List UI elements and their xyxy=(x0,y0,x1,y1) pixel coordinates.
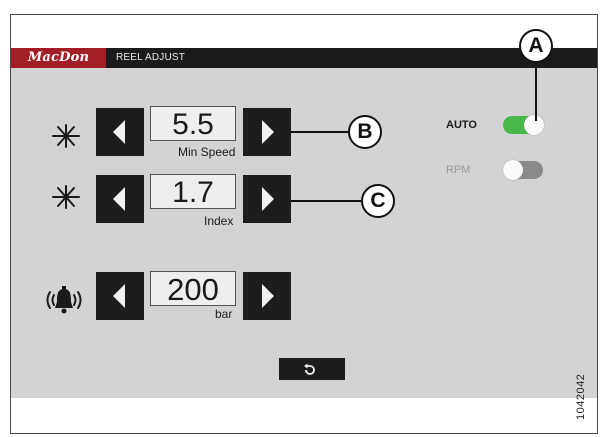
top-bar: MacDon REEL ADJUST xyxy=(11,48,597,68)
min-speed-increase-button[interactable] xyxy=(243,108,291,156)
pressure-decrease-button[interactable] xyxy=(96,272,144,320)
pressure-unit: bar xyxy=(215,307,233,321)
macdon-logo: MacDon xyxy=(11,48,106,68)
index-value: 1.7 xyxy=(150,174,236,209)
callout-b: B xyxy=(348,115,382,149)
back-arrow-icon xyxy=(304,363,315,375)
back-button[interactable] xyxy=(279,358,345,380)
min-speed-label: Min Speed xyxy=(178,145,236,159)
callout-c: C xyxy=(361,184,395,218)
callout-a: A xyxy=(519,29,553,63)
callout-c-line xyxy=(291,200,361,202)
page-title: REEL ADJUST xyxy=(116,52,186,63)
auto-toggle-knob xyxy=(524,115,544,135)
figure-number: 1042042 xyxy=(575,373,587,420)
pressure-increase-button[interactable] xyxy=(243,272,291,320)
index-label: Index xyxy=(204,214,234,228)
rpm-label: RPM xyxy=(446,164,471,176)
auto-toggle[interactable] xyxy=(503,115,544,135)
index-increase-button[interactable] xyxy=(243,175,291,223)
reel-speed-icon xyxy=(52,124,80,148)
auto-label: AUTO xyxy=(446,119,477,131)
min-speed-decrease-button[interactable] xyxy=(96,108,144,156)
index-decrease-button[interactable] xyxy=(96,175,144,223)
reel-index-icon xyxy=(52,185,80,209)
min-speed-value: 5.5 xyxy=(150,106,236,141)
callout-a-line xyxy=(535,58,537,121)
alarm-bell-icon xyxy=(46,286,82,314)
pressure-value: 200 xyxy=(150,271,236,307)
callout-b-line xyxy=(291,131,348,133)
rpm-toggle-knob xyxy=(503,160,523,180)
rpm-toggle[interactable] xyxy=(503,160,543,180)
